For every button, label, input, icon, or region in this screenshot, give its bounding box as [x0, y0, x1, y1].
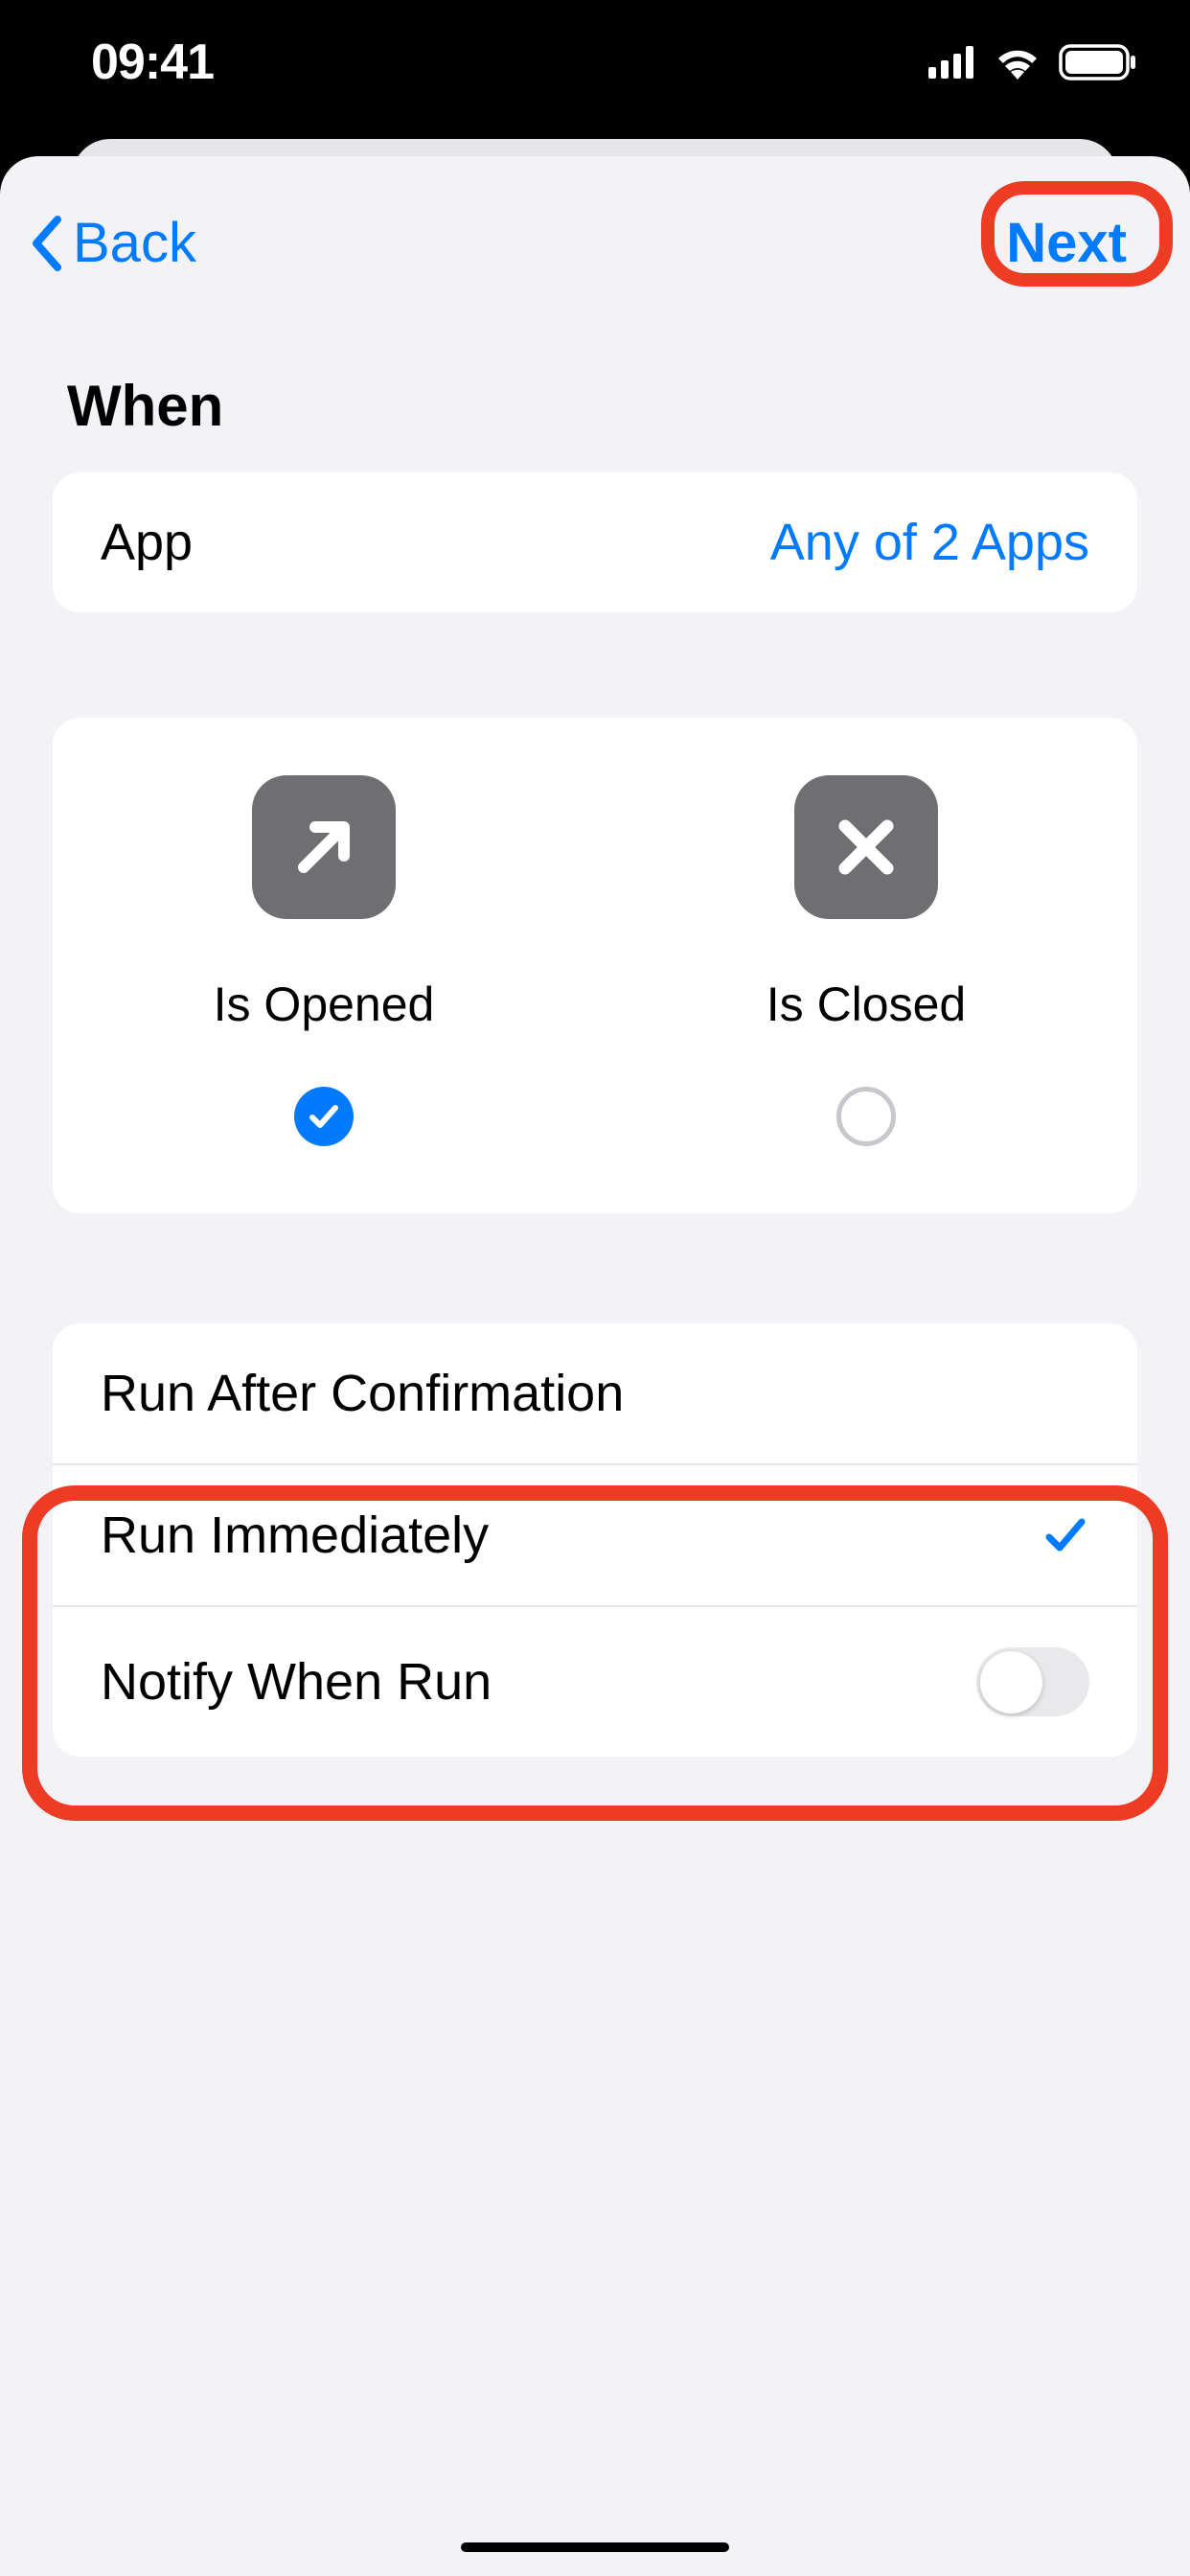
radio-selected-icon — [294, 1087, 354, 1146]
trigger-is-opened[interactable]: Is Opened — [53, 775, 595, 1146]
toggle-knob — [980, 1651, 1042, 1714]
trigger-is-closed[interactable]: Is Closed — [595, 775, 1137, 1146]
run-immediately-label: Run Immediately — [101, 1506, 489, 1565]
notify-toggle[interactable] — [976, 1647, 1089, 1716]
is-opened-label: Is Opened — [214, 977, 435, 1032]
modal-sheet: Back Next When App Any of 2 Apps Is Open… — [0, 156, 1190, 2576]
nav-bar: Back Next — [0, 156, 1190, 315]
back-button[interactable]: Back — [29, 211, 196, 275]
run-immediately-row[interactable]: Run Immediately — [53, 1465, 1137, 1607]
next-button[interactable]: Next — [972, 199, 1161, 287]
x-icon — [794, 775, 938, 919]
back-label: Back — [73, 211, 196, 275]
battery-icon — [1059, 44, 1137, 80]
checkmark-icon — [1041, 1511, 1089, 1559]
chevron-left-icon — [29, 216, 63, 271]
trigger-card: Is Opened Is Closed — [53, 718, 1137, 1213]
app-selector-row[interactable]: App Any of 2 Apps — [53, 472, 1137, 612]
is-closed-label: Is Closed — [767, 977, 966, 1032]
run-settings-card: Run After Confirmation Run Immediately N… — [53, 1323, 1137, 1757]
wifi-icon — [994, 45, 1041, 80]
radio-empty-icon — [836, 1087, 896, 1146]
page-title: When — [0, 315, 1190, 472]
run-after-confirmation-row[interactable]: Run After Confirmation — [53, 1323, 1137, 1465]
app-label: App — [101, 513, 193, 572]
notify-when-run-row: Notify When Run — [53, 1607, 1137, 1757]
arrow-up-right-icon — [252, 775, 396, 919]
cellular-icon — [928, 46, 976, 79]
home-indicator[interactable] — [461, 2542, 729, 2552]
status-time: 09:41 — [91, 34, 214, 91]
app-value: Any of 2 Apps — [770, 513, 1089, 572]
status-icons — [928, 44, 1137, 80]
notify-when-run-label: Notify When Run — [101, 1652, 492, 1712]
status-bar: 09:41 — [0, 0, 1190, 125]
run-after-confirmation-label: Run After Confirmation — [101, 1364, 624, 1423]
